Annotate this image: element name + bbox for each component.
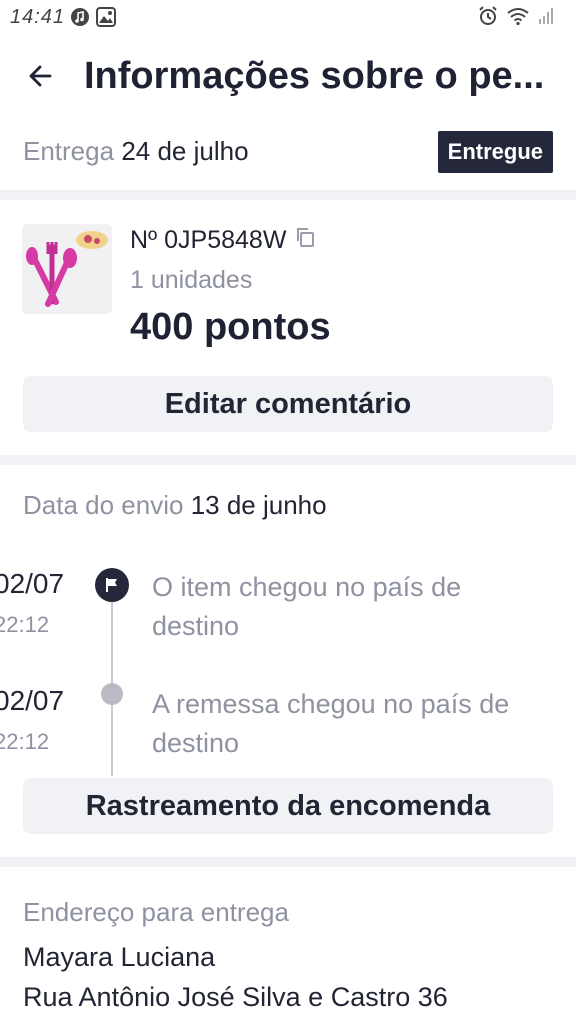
status-time: 14:41 xyxy=(10,6,66,28)
edit-comment-button[interactable]: Editar comentário xyxy=(23,376,553,432)
header: Informações sobre o pe... xyxy=(0,44,576,108)
wifi-icon xyxy=(506,6,530,31)
delivery-label: Entrega xyxy=(23,136,115,166)
arrow-left-icon xyxy=(29,65,52,87)
gallery-icon xyxy=(96,7,116,27)
status-badge: Entregue xyxy=(437,131,553,173)
timeline-date: 02/07 xyxy=(0,568,65,599)
delivery-date: 24 de julho xyxy=(121,136,249,166)
address-label: Endereço para entrega xyxy=(23,897,289,927)
dot-icon xyxy=(101,683,123,705)
address-name: Mayara Luciana xyxy=(23,942,216,972)
status-icons xyxy=(478,6,554,31)
back-button[interactable] xyxy=(20,56,60,96)
timeline-date: 02/07 xyxy=(0,685,65,716)
flag-icon xyxy=(95,568,129,602)
shipping-date-row: Data do envio 13 de junho xyxy=(23,490,327,521)
tracking-button[interactable]: Rastreamento da encomenda xyxy=(23,778,553,834)
units: 1 unidades xyxy=(130,266,253,294)
address-street: Rua Antônio José Silva e Castro 36 xyxy=(23,982,448,1012)
timeline-text: A remessa chegou no país de destino xyxy=(152,689,510,758)
music-icon xyxy=(70,7,90,27)
order-number-row: Nº 0JP5848W xyxy=(130,226,316,255)
page-title: Informações sobre o pe... xyxy=(84,55,545,97)
product-image[interactable] xyxy=(22,224,112,314)
timeline-time: 22:12 xyxy=(0,612,50,637)
copy-icon[interactable] xyxy=(294,226,316,255)
signal-icon xyxy=(538,7,554,30)
status-bar: 14:41 xyxy=(0,0,576,34)
alarm-icon xyxy=(478,6,498,31)
timeline-time: 22:12 xyxy=(0,729,50,754)
shipping-date: 13 de junho xyxy=(190,490,327,520)
section-divider xyxy=(0,190,576,200)
section-divider xyxy=(0,857,576,867)
order-number: Nº 0JP5848W xyxy=(130,226,287,254)
delivery-row: Entrega 24 de julho Entregue xyxy=(0,126,576,182)
delivery-info: Entrega 24 de julho xyxy=(23,136,249,167)
timeline-item: 02/07 22:12 O item chegou no país de des… xyxy=(0,568,576,678)
points: 400 pontos xyxy=(130,306,331,348)
section-divider xyxy=(0,455,576,465)
shipping-label: Data do envio xyxy=(23,490,184,520)
timeline-text: O item chegou no país de destino xyxy=(152,572,462,641)
